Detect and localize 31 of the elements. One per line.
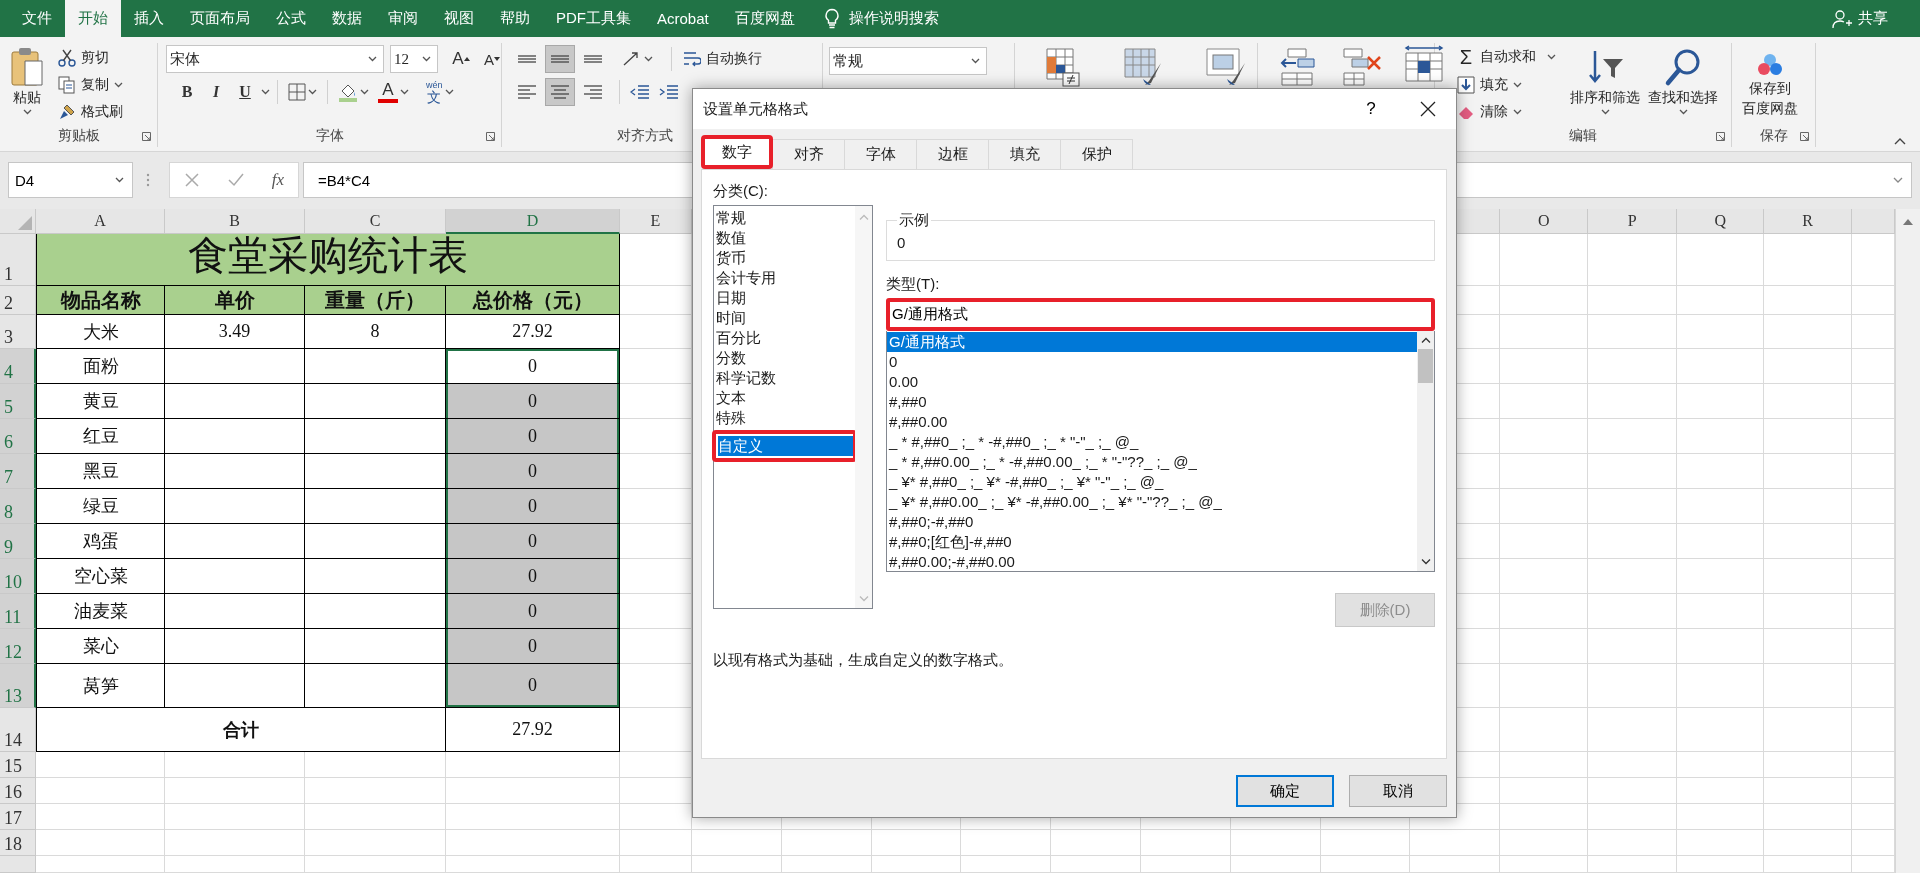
- table-cell: 空心菜: [36, 559, 165, 594]
- group-label: 编辑: [1569, 127, 1597, 145]
- table-cell: 绿豆: [36, 489, 165, 524]
- group-label: 对齐方式: [617, 127, 673, 145]
- column-title: 总价格（元）: [446, 286, 620, 315]
- sample-label: 示例: [898, 211, 930, 230]
- table-cell: 莴笋: [36, 664, 165, 708]
- dialog-title: 设置单元格格式: [703, 99, 809, 119]
- table-cell: 8: [305, 315, 446, 349]
- group-label: 字体: [315, 127, 344, 145]
- sheet-title: 食堂采购统计表: [36, 234, 620, 286]
- table-cell: 菜心: [36, 629, 165, 664]
- group-label: 保存: [1759, 127, 1788, 145]
- column-title: 物品名称: [36, 286, 165, 315]
- column-title: 单价: [165, 286, 305, 315]
- hint-text: 以现有格式为基础，生成自定义的数字格式。: [713, 651, 1014, 670]
- table-cell: 油麦菜: [36, 594, 165, 629]
- group-label: 剪贴板: [57, 127, 100, 145]
- table-cell: 黄豆: [36, 384, 165, 419]
- table-cell: 27.92: [446, 708, 620, 752]
- sample-value: 0: [897, 234, 906, 251]
- column-title: 重量（斤）: [305, 286, 446, 315]
- table-cell: 黑豆: [36, 454, 165, 489]
- category-label: 分类(C):: [713, 182, 769, 201]
- table-cell: 3.49: [165, 315, 305, 349]
- table-cell: 面粉: [36, 349, 165, 384]
- type-label: 类型(T):: [886, 275, 941, 294]
- table-cell: 鸡蛋: [36, 524, 165, 559]
- table-cell: 大米: [36, 315, 165, 349]
- total-label: 合计: [36, 708, 446, 752]
- table-cell: 红豆: [36, 419, 165, 454]
